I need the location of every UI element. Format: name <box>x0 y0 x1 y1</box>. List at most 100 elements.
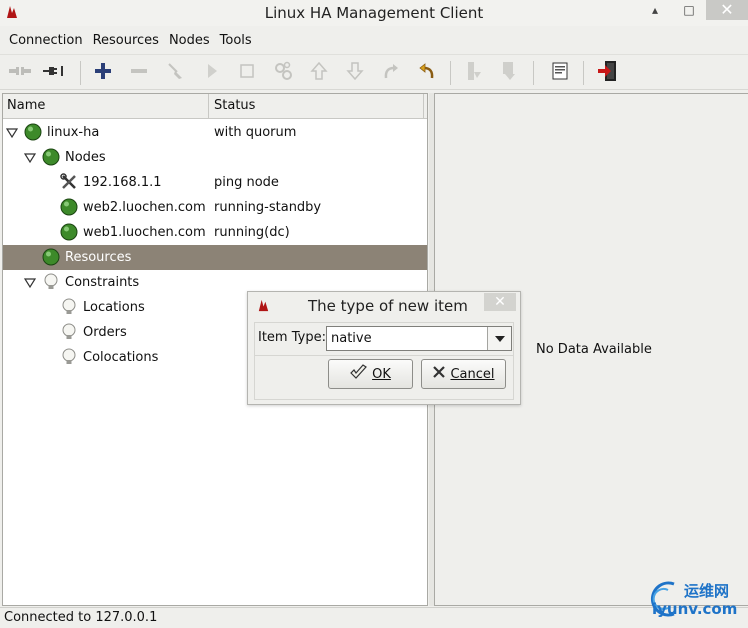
start-icon <box>204 62 220 84</box>
light-bulb-icon <box>42 273 60 291</box>
menu-tools[interactable]: Tools <box>215 33 257 48</box>
menu-connection[interactable]: Connection <box>4 33 88 48</box>
move-down-button[interactable] <box>342 60 368 86</box>
tree-row-nodes[interactable]: Nodes <box>3 145 427 170</box>
window-titlebar: Linux HA Management Client ▴ □ ✕ <box>0 0 748 26</box>
tree-row-name: web2.luochen.com <box>83 200 206 215</box>
light-bulb-icon <box>60 323 78 341</box>
connect-button[interactable] <box>42 60 68 86</box>
watermark-text-cn: 运维网 <box>684 582 730 600</box>
node-standby-button[interactable] <box>461 60 487 86</box>
tree-row-web2[interactable]: web2.luochen.com running-standby <box>3 195 427 220</box>
tree-row-linux-ha[interactable]: linux-ha with quorum <box>3 120 427 145</box>
menu-resources[interactable]: Resources <box>88 33 164 48</box>
expander-expanded-icon[interactable] <box>5 127 19 139</box>
tree-row-name: Constraints <box>65 275 140 290</box>
move-up-button[interactable] <box>306 60 332 86</box>
tree-row-name: Orders <box>83 325 127 340</box>
tree-row-name: web1.luochen.com <box>83 225 206 240</box>
undo-icon <box>417 61 437 85</box>
item-type-label: Item Type: <box>258 330 326 345</box>
view-document-button[interactable] <box>547 60 573 86</box>
stop-button[interactable] <box>234 60 260 86</box>
cleanup-broom-icon <box>166 61 186 85</box>
dialog-body: Item Type: native OK Cancel <box>254 322 514 400</box>
dialog-close-button[interactable]: ✕ <box>484 293 516 311</box>
start-button[interactable] <box>199 60 225 86</box>
expander-expanded-icon[interactable] <box>23 152 37 164</box>
item-type-combobox[interactable]: native <box>326 326 512 351</box>
heartbeat-app-icon <box>256 298 271 317</box>
tree-row-name: 192.168.1.1 <box>83 175 162 190</box>
node-active-button[interactable] <box>496 60 522 86</box>
remove-icon <box>129 61 149 85</box>
add-icon <box>93 61 113 85</box>
tree-row-ping-node[interactable]: 192.168.1.1 ping node <box>3 170 427 195</box>
cancel-button-label: Cancel <box>450 366 495 382</box>
tree-row-status: with quorum <box>214 125 297 140</box>
tree-row-name: Locations <box>83 300 145 315</box>
tree-row-status: ping node <box>214 175 279 190</box>
status-green-ball-icon <box>24 123 42 141</box>
disconnect-button[interactable] <box>7 60 33 86</box>
migrate-button[interactable] <box>270 60 296 86</box>
gears-icon <box>272 60 294 86</box>
watermark-logo: 运维网 iyunv.com <box>644 576 748 622</box>
ok-check-icon <box>350 364 368 384</box>
node-active-icon <box>499 60 519 86</box>
dialog-titlebar: The type of new item ✕ <box>248 292 520 320</box>
undo-button[interactable] <box>414 60 440 86</box>
expander-expanded-icon[interactable] <box>23 277 37 289</box>
redo-icon <box>381 61 401 85</box>
no-data-label: No Data Available <box>536 342 652 357</box>
tools-icon <box>60 173 78 191</box>
heartbeat-app-icon <box>4 4 20 24</box>
tree-row-web1[interactable]: web1.luochen.com running(dc) <box>3 220 427 245</box>
exit-button[interactable] <box>594 60 620 86</box>
close-window-button[interactable]: ✕ <box>706 0 748 20</box>
status-green-ball-icon <box>42 248 60 266</box>
column-header-name[interactable]: Name <box>3 94 209 118</box>
connect-icon <box>42 64 68 82</box>
maximize-button[interactable]: □ <box>672 0 706 20</box>
window-title: Linux HA Management Client <box>264 4 484 22</box>
ok-button[interactable]: OK <box>328 359 413 389</box>
status-bar: Connected to 127.0.0.1 <box>0 607 748 627</box>
node-standby-icon <box>464 60 484 86</box>
view-document-icon <box>550 61 570 85</box>
redo-button[interactable] <box>378 60 404 86</box>
stop-icon <box>239 63 255 83</box>
status-green-ball-icon <box>60 198 78 216</box>
minimize-button[interactable]: ▴ <box>638 0 672 20</box>
tree-row-name: Nodes <box>65 150 106 165</box>
tree-row-name: linux-ha <box>47 125 100 140</box>
status-green-ball-icon <box>42 148 60 166</box>
exit-icon <box>596 60 618 86</box>
cleanup-button[interactable] <box>163 60 189 86</box>
tree-row-status: running-standby <box>214 200 322 215</box>
remove-button[interactable] <box>126 60 152 86</box>
move-down-icon <box>346 61 364 85</box>
ok-button-label: OK <box>372 366 391 382</box>
new-item-dialog: The type of new item ✕ Item Type: native… <box>247 291 521 405</box>
menu-nodes[interactable]: Nodes <box>164 33 215 48</box>
column-header-status[interactable]: Status <box>210 94 424 118</box>
item-type-value: native <box>331 331 372 346</box>
light-bulb-icon <box>60 298 78 316</box>
tree-column-header: Name Status <box>3 94 427 119</box>
dialog-title: The type of new item <box>308 297 468 315</box>
add-button[interactable] <box>90 60 116 86</box>
disconnect-icon <box>7 64 33 82</box>
move-up-icon <box>310 61 328 85</box>
tree-row-status: running(dc) <box>214 225 290 240</box>
status-green-ball-icon <box>60 223 78 241</box>
tree-row-name: Resources <box>65 250 132 265</box>
menu-bar: Connection Resources Nodes Tools <box>0 28 748 52</box>
cancel-button[interactable]: Cancel <box>421 359 506 389</box>
watermark-text-url: iyunv.com <box>652 600 738 618</box>
toolbar <box>0 54 748 90</box>
light-bulb-icon <box>60 348 78 366</box>
tree-row-resources[interactable]: Resources <box>3 245 427 270</box>
tree-row-name: Colocations <box>83 350 159 365</box>
dropdown-arrow-icon[interactable] <box>487 327 511 350</box>
